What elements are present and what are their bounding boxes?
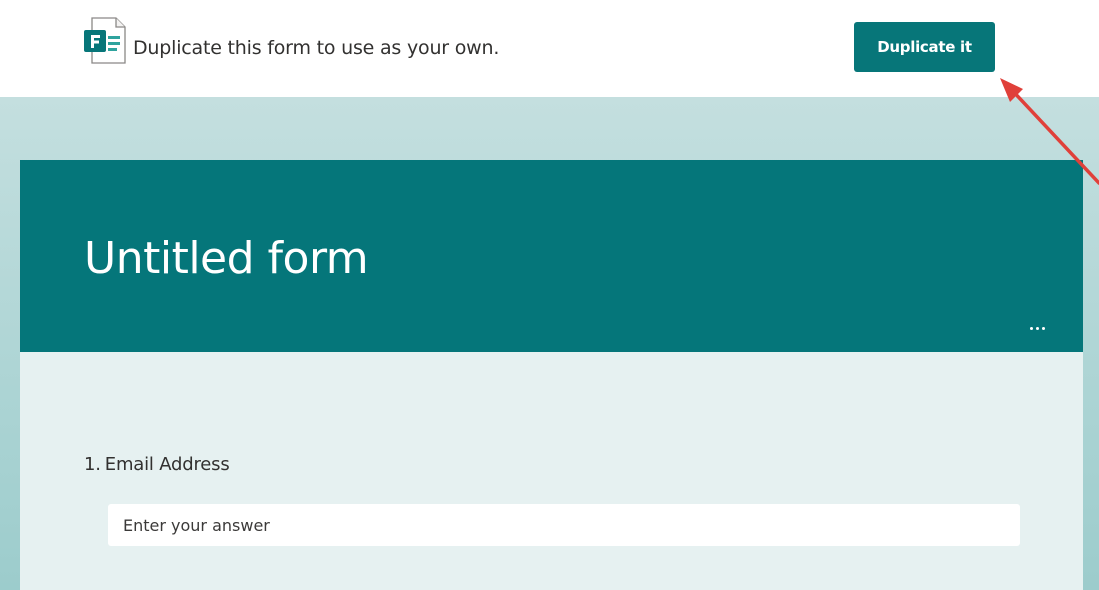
email-address-input[interactable] xyxy=(108,504,1020,546)
form-header: Untitled form xyxy=(20,160,1083,352)
question-title: 1. Email Address xyxy=(84,454,230,475)
more-options-button[interactable] xyxy=(1022,318,1052,338)
question-label: Email Address xyxy=(104,454,230,475)
duplicate-it-button[interactable]: Duplicate it xyxy=(854,22,995,72)
duplicate-message: Duplicate this form to use as your own. xyxy=(133,37,500,59)
form-card: Untitled form 1. Email Address xyxy=(20,160,1083,590)
form-title: Untitled form xyxy=(84,233,369,284)
microsoft-forms-icon xyxy=(83,17,127,65)
annotation-arrow-icon xyxy=(1000,78,1099,185)
ellipsis-icon xyxy=(1029,326,1045,330)
question-number: 1. xyxy=(84,454,101,475)
duplicate-banner: Duplicate this form to use as your own. … xyxy=(0,0,1099,97)
